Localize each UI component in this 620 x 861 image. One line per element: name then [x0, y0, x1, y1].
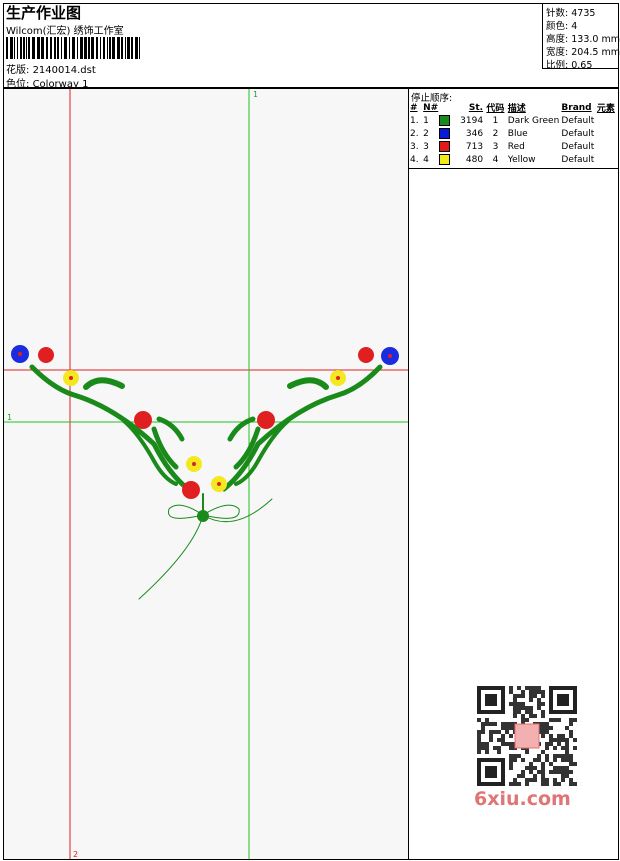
design-info: 花版: 2140014.dst — [6, 61, 96, 76]
company-name: Wilcom(汇宏) 绣饰工作室 — [6, 26, 124, 37]
stat-width: 宽度: 204.5 mm — [546, 47, 620, 58]
row-code: 1 — [492, 115, 499, 126]
leaf — [287, 377, 329, 390]
row-code: 2 — [492, 128, 499, 139]
guide-label-left: 1 — [7, 413, 12, 422]
table-header: # N# St. 代码 描述 Brand 元素 — [410, 101, 620, 115]
row-element — [597, 153, 620, 166]
color-swatch-icon — [438, 153, 454, 166]
row-brand: Default — [561, 128, 595, 139]
stat-scale: 比例: 0.65 — [546, 60, 593, 71]
row-stitches: 480 — [465, 154, 484, 165]
color-swatch-icon — [438, 114, 454, 127]
stat-stitches: 针数: 4735 — [546, 8, 596, 19]
row-n: 2 — [423, 128, 429, 139]
row-stitches: 3194 — [460, 115, 484, 126]
row-code: 3 — [492, 141, 499, 152]
right-inner-stem — [234, 419, 290, 486]
row-num: 3. — [410, 141, 419, 152]
row-brand: Default — [561, 115, 595, 126]
flower-red — [38, 347, 54, 363]
table-row: 2. 2 346 2 Blue Default — [410, 127, 620, 140]
color-swatch-icon — [438, 127, 454, 140]
flower-red — [358, 347, 374, 363]
stat-height: 高度: 133.0 mm — [546, 34, 620, 45]
row-desc: Dark Green — [507, 115, 560, 126]
row-element — [597, 114, 620, 127]
row-num: 1. — [410, 115, 419, 126]
row-stitches: 346 — [465, 128, 484, 139]
qr-code-icon — [471, 680, 583, 792]
row-stitches: 713 — [465, 141, 484, 152]
table-row: 1. 1 3194 1 Dark Green Default — [410, 114, 620, 127]
row-desc: Red — [507, 141, 525, 152]
col-num: # — [410, 102, 418, 113]
right-stem — [221, 364, 383, 492]
row-num: 2. — [410, 128, 419, 139]
flower-red — [257, 411, 275, 429]
col-code: 代码 — [486, 104, 505, 114]
flower-red — [182, 481, 200, 499]
stat-colors: 颜色: 4 — [546, 21, 578, 32]
table-row: 4. 4 480 4 Yellow Default — [410, 153, 620, 166]
row-brand: Default — [561, 154, 595, 165]
row-num: 4. — [410, 154, 419, 165]
left-stem — [29, 364, 191, 492]
stop-sequence-table: # N# St. 代码 描述 Brand 元素 1. 1 3194 1 Dark Gre… — [410, 101, 620, 166]
col-desc: 描述 — [507, 104, 526, 114]
row-brand: Default — [561, 141, 595, 152]
bow-knot — [197, 510, 209, 522]
bow-tail-right — [202, 498, 273, 523]
watermark-site: 6xiu.com — [474, 788, 571, 810]
colorway-info: 色位: Colorway 1 — [6, 75, 88, 90]
col-element: 元素 — [596, 104, 615, 114]
col-n: N# — [423, 102, 439, 113]
bow-tail-left — [138, 514, 204, 600]
left-inner-stem — [122, 419, 178, 486]
design-canvas: 1 1 2 — [4, 89, 408, 859]
row-desc: Yellow — [507, 154, 536, 165]
row-n: 1 — [423, 115, 429, 126]
row-desc: Blue — [507, 128, 528, 139]
row-element — [597, 127, 620, 140]
col-st: St. — [468, 102, 484, 113]
flower-red — [134, 411, 152, 429]
guide-label-top: 1 — [253, 90, 258, 99]
table-row: 3. 3 713 3 Red Default — [410, 140, 620, 153]
leaf — [83, 377, 125, 390]
row-n: 4 — [423, 154, 429, 165]
color-swatch-icon — [438, 140, 454, 153]
barcode-icon — [6, 37, 140, 59]
row-element — [597, 140, 620, 153]
col-brand: Brand — [561, 102, 592, 113]
row-code: 4 — [492, 154, 499, 165]
row-n: 3 — [423, 141, 429, 152]
page-title: 生产作业图 — [6, 4, 82, 22]
guide-label-bottom: 2 — [73, 850, 78, 859]
embroidery-design — [29, 364, 383, 600]
